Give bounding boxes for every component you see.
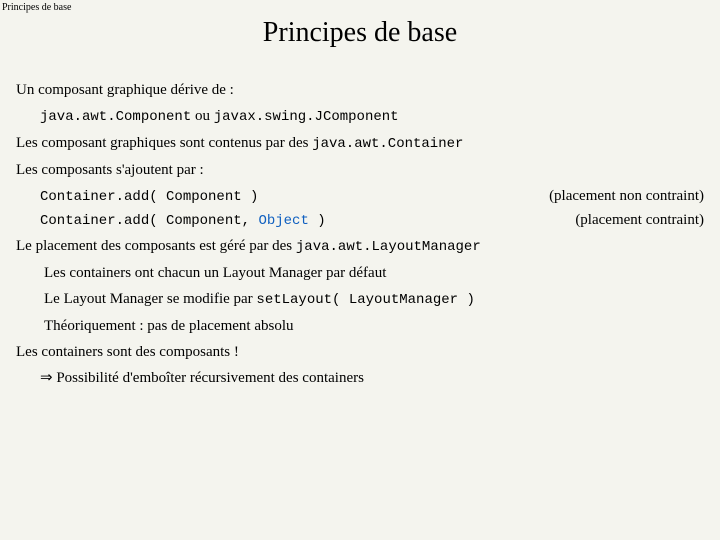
- slide-header: Principes de base: [0, 0, 720, 13]
- text-line: Un composant graphique dérive de :: [16, 79, 704, 102]
- text-line: Les containers ont chacun un Layout Mana…: [16, 262, 704, 285]
- code-span: java.awt.Component: [40, 109, 191, 125]
- code-row: Container.add( Component ) (placement no…: [16, 185, 704, 209]
- text-line: Théoriquement : pas de placement absolu: [16, 315, 704, 338]
- text-line: Les composants s'ajoutent par :: [16, 159, 704, 182]
- text-span: Le Layout Manager se modifie par: [44, 291, 256, 307]
- text-line: Le placement des composants est géré par…: [16, 235, 704, 259]
- text-span: Les composant graphiques sont contenus p…: [16, 135, 312, 151]
- note-span: (placement contraint): [567, 209, 704, 232]
- page-title: Principes de base: [0, 17, 720, 49]
- code-span: setLayout( LayoutManager ): [256, 292, 474, 308]
- text-line: Le Layout Manager se modifie par setLayo…: [16, 288, 704, 312]
- code-span: javax.swing.JComponent: [214, 109, 399, 125]
- code-span: java.awt.LayoutManager: [296, 239, 481, 255]
- text-line: java.awt.Component ou javax.swing.JCompo…: [16, 105, 704, 129]
- text-span: ou: [191, 108, 214, 124]
- code-span: Container.add( Component ): [40, 187, 541, 209]
- text-line: ⇒ Possibilité d'emboîter récursivement d…: [16, 367, 704, 390]
- code-span: java.awt.Container: [312, 136, 463, 152]
- text-line: Les containers sont des composants !: [16, 341, 704, 364]
- note-span: (placement non contraint): [541, 185, 704, 208]
- text-span: Le placement des composants est géré par…: [16, 238, 296, 254]
- code-span: Container.add( Component, Object ): [40, 211, 567, 233]
- code-row: Container.add( Component, Object ) (plac…: [16, 209, 704, 233]
- text-line: Les composant graphiques sont contenus p…: [16, 132, 704, 156]
- code-object: Object: [258, 213, 308, 229]
- slide-body: Un composant graphique dérive de : java.…: [0, 79, 720, 391]
- code-part: ): [309, 213, 326, 229]
- code-part: Container.add( Component,: [40, 213, 258, 229]
